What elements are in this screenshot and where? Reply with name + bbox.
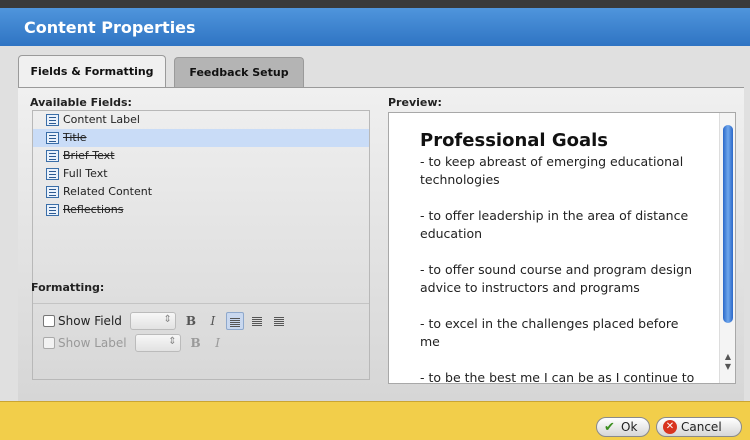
show-field-row: Show Field B I — [43, 311, 292, 331]
field-italic-button[interactable]: I — [204, 312, 222, 330]
field-align-right-button[interactable] — [270, 312, 288, 330]
label-bold-button[interactable]: B — [187, 334, 205, 352]
ok-button-label: Ok — [621, 420, 638, 434]
show-label-row: Show Label B I — [43, 333, 231, 353]
field-icon — [46, 132, 59, 144]
dialog-footer: ✔ Ok ✕ Cancel — [0, 401, 750, 440]
scrollbar-thumb[interactable] — [723, 125, 733, 323]
field-bold-button[interactable]: B — [182, 312, 200, 330]
field-icon — [46, 114, 59, 126]
preview-label: Preview: — [388, 96, 442, 109]
scroll-up-arrow-icon[interactable]: ▲ — [723, 353, 733, 361]
label-italic-button[interactable]: I — [209, 334, 227, 352]
cancel-button[interactable]: ✕ Cancel — [656, 417, 742, 437]
formatting-label: Formatting: — [31, 281, 105, 294]
show-field-checkbox[interactable] — [43, 315, 55, 327]
show-label-label: Show Label — [58, 336, 127, 350]
preview-scrollbar[interactable]: ▲ ▼ — [719, 113, 735, 383]
available-fields-label: Available Fields: — [30, 96, 132, 109]
field-item-brief-text[interactable]: Brief Text — [33, 147, 369, 165]
checkmark-icon: ✔ — [604, 420, 615, 435]
fields-formatting-panel: Available Fields: Preview: Content Label… — [18, 87, 744, 401]
align-right-icon — [273, 317, 284, 326]
preview-item: - to keep abreast of emerging educationa… — [420, 154, 684, 187]
field-icon — [46, 150, 59, 162]
field-item-label: Title — [63, 131, 87, 144]
align-left-icon — [229, 318, 240, 327]
field-item-label: Reflections — [63, 203, 124, 216]
show-label-checkbox[interactable] — [43, 337, 55, 349]
field-align-left-button[interactable] — [225, 312, 244, 330]
tab-fields-formatting[interactable]: Fields & Formatting — [18, 55, 166, 87]
tab-feedback-setup[interactable]: Feedback Setup — [174, 57, 304, 87]
show-field-label: Show Field — [58, 314, 122, 328]
field-item-title[interactable]: Title — [33, 129, 369, 147]
available-fields-box: Content Label Title Brief Text Full Text… — [31, 110, 370, 380]
field-item-full-text[interactable]: Full Text — [33, 165, 369, 183]
field-item-label: Content Label — [63, 113, 140, 126]
align-center-icon — [251, 317, 262, 326]
field-icon — [46, 186, 59, 198]
field-item-label: Full Text — [63, 167, 108, 180]
field-item-reflections[interactable]: Reflections — [33, 201, 369, 219]
dialog-title: Content Properties — [24, 18, 196, 37]
scroll-down-arrow-icon[interactable]: ▼ — [723, 363, 733, 371]
preview-item: - to excel in the challenges placed befo… — [420, 316, 679, 349]
title-bar: Content Properties — [0, 0, 750, 46]
field-style-select[interactable] — [129, 312, 176, 330]
preview-item: - to be the best me I can be as I contin… — [420, 370, 695, 384]
ok-button[interactable]: ✔ Ok — [596, 417, 650, 437]
field-item-label: Brief Text — [63, 149, 115, 162]
cancel-x-icon: ✕ — [663, 420, 677, 434]
cancel-button-label: Cancel — [681, 420, 722, 434]
label-style-select[interactable] — [134, 334, 181, 352]
field-item-related-content[interactable]: Related Content — [33, 183, 369, 201]
preview-pane: Professional Goals - to keep abreast of … — [388, 112, 736, 384]
preview-item: - to offer sound course and program desi… — [420, 262, 693, 295]
field-item-content-label[interactable]: Content Label — [33, 111, 369, 129]
field-align-center-button[interactable] — [248, 312, 266, 330]
preview-item: - to offer leadership in the area of dis… — [420, 208, 689, 241]
field-icon — [46, 168, 59, 180]
content-properties-dialog: Content Properties Fields & Formatting F… — [0, 0, 750, 440]
preview-heading: Professional Goals — [420, 130, 609, 151]
available-fields-list: Content Label Title Brief Text Full Text… — [33, 111, 369, 219]
formatting-divider — [33, 303, 369, 304]
field-item-label: Related Content — [63, 185, 153, 198]
preview-content: Professional Goals - to keep abreast of … — [420, 129, 700, 384]
field-icon — [46, 204, 59, 216]
